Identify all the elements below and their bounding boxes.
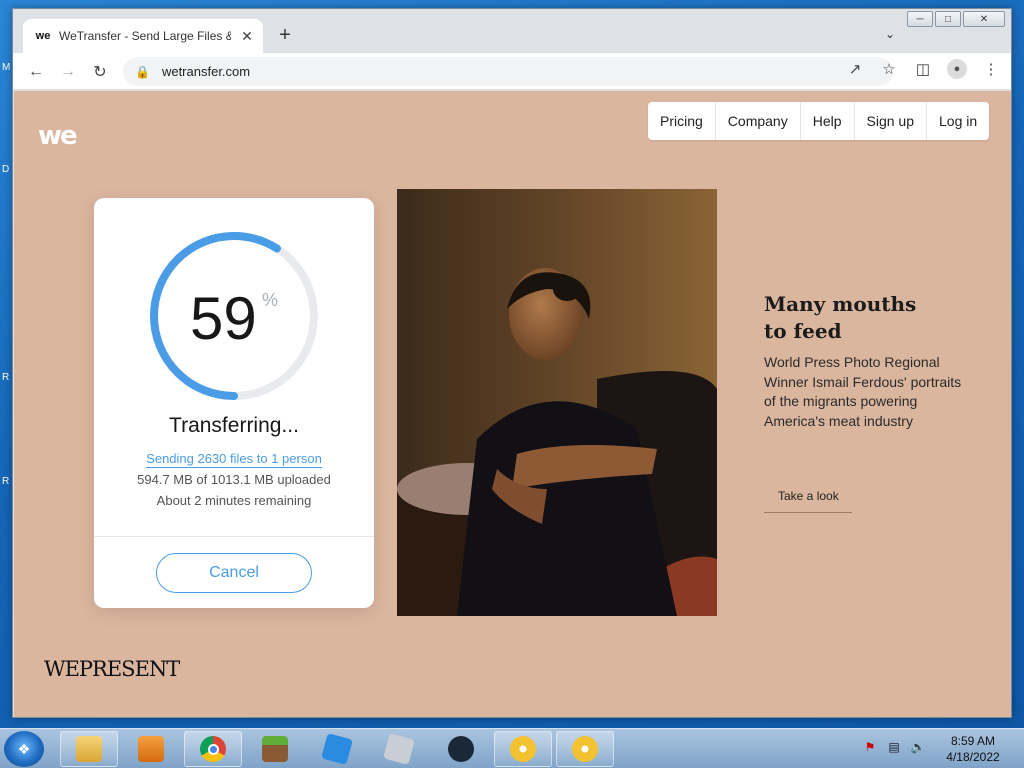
browser-toolbar: ← → ↻ 🔒 wetransfer.com ↗ ☆ ◫ ● ⋮ [13, 53, 1011, 90]
back-arrow-icon[interactable]: ← [25, 61, 47, 83]
maximize-button[interactable]: □ [935, 11, 961, 27]
portrait-image [397, 189, 717, 616]
url-text: wetransfer.com [161, 64, 251, 79]
taskbar-minecraft[interactable] [246, 731, 304, 767]
steam-icon [448, 736, 474, 762]
profile-avatar-icon[interactable]: ● [947, 59, 967, 79]
taskbar-steam[interactable] [432, 731, 490, 767]
taskbar-roblox[interactable] [308, 731, 366, 767]
featured-photo[interactable] [397, 189, 717, 616]
taskbar-disc-app-1[interactable] [494, 731, 552, 767]
bookmark-star-icon[interactable]: ☆ [879, 59, 899, 79]
address-bar[interactable]: 🔒 wetransfer.com [123, 57, 893, 86]
menu-kebab-icon[interactable]: ⋮ [981, 59, 1001, 79]
side-panel-icon[interactable]: ◫ [913, 59, 933, 79]
cancel-button[interactable]: Cancel [156, 553, 312, 593]
transfer-card: 59 % Transferring... Sending 2630 files … [94, 198, 374, 608]
desktop-icon-label: M [2, 62, 11, 73]
browser-window: we WeTransfer - Send Large Files & Share… [12, 8, 1012, 718]
nav-pricing[interactable]: Pricing [648, 102, 716, 140]
story-title: Many mouths to feed [764, 291, 984, 345]
desktop-icon-label: D [2, 164, 10, 175]
media-player-icon [138, 736, 164, 762]
uploaded-info: 594.7 MB of 1013.1 MB uploaded [137, 472, 331, 487]
folder-icon [76, 736, 102, 762]
top-navigation: Pricing Company Help Sign up Log in [648, 102, 990, 140]
sending-link[interactable]: Sending 2630 files to 1 person [146, 451, 322, 468]
taskbar: ❖ ⚑ ▤ 🔈 8:59 AM 4/18/2022 [0, 728, 1024, 768]
desktop-icon-label: R [2, 372, 10, 383]
roblox-studio-icon [383, 733, 415, 765]
card-divider [94, 536, 374, 537]
nav-help[interactable]: Help [801, 102, 855, 140]
tab-wetransfer[interactable]: we WeTransfer - Send Large Files & Share… [23, 19, 263, 53]
volume-icon[interactable]: 🔈 [910, 739, 926, 755]
nav-sign-up[interactable]: Sign up [855, 102, 927, 140]
nav-company[interactable]: Company [716, 102, 801, 140]
toolbar-actions: ↗ ☆ ◫ ● ⋮ [845, 59, 1001, 79]
wetransfer-page: we Pricing Company Help Sign up Log in 5… [14, 91, 1011, 717]
close-tab-icon[interactable]: ✕ [239, 28, 255, 45]
progress-percent: 59 [190, 285, 257, 352]
minecraft-icon [262, 736, 288, 762]
clock-time: 8:59 AM [950, 734, 996, 748]
network-icon[interactable]: ▤ [886, 739, 902, 755]
start-button[interactable]: ❖ [4, 731, 44, 767]
take-a-look-link[interactable]: Take a look [764, 489, 852, 513]
lock-icon: 🔒 [135, 64, 150, 79]
wetransfer-favicon-icon: we [35, 30, 51, 42]
nav-log-in[interactable]: Log in [927, 102, 989, 140]
chrome-icon [200, 736, 226, 762]
taskbar-disc-app-2[interactable] [556, 731, 614, 767]
taskbar-roblox-studio[interactable] [370, 731, 428, 767]
time-remaining: About 2 minutes remaining [156, 493, 312, 508]
story-title-line-1: Many mouths [764, 292, 917, 316]
disc-icon [510, 736, 536, 762]
forward-arrow-icon[interactable]: → [57, 61, 79, 83]
clock[interactable]: 8:59 AM 4/18/2022 [934, 733, 1012, 765]
window-controls: ─ □ ✕ [907, 11, 1005, 27]
taskbar-chrome[interactable] [184, 731, 242, 767]
desktop-icon-label: R [2, 476, 10, 487]
system-tray: ⚑ ▤ 🔈 [862, 739, 926, 755]
sending-info[interactable]: Sending 2630 files to 1 person [94, 451, 374, 468]
tab-title: WeTransfer - Send Large Files & Share Ph… [59, 29, 231, 43]
percent-symbol: % [262, 290, 279, 310]
tab-strip: we WeTransfer - Send Large Files & Share… [13, 9, 1011, 53]
roblox-icon [321, 733, 353, 765]
minimize-button[interactable]: ─ [907, 11, 933, 27]
wepresent-logo[interactable]: WEPRESENT [44, 657, 180, 681]
transfer-status: Transferring... [169, 414, 299, 437]
close-window-button[interactable]: ✕ [963, 11, 1005, 27]
tab-search-chevron-icon[interactable]: ⌄ [885, 27, 895, 41]
taskbar-media-player[interactable] [122, 731, 180, 767]
taskbar-explorer[interactable] [60, 731, 118, 767]
story-description: World Press Photo Regional Winner Ismail… [764, 354, 962, 429]
clock-date: 4/18/2022 [946, 750, 1000, 764]
story-title-line-2: to feed [764, 319, 842, 343]
disc-icon [572, 736, 598, 762]
action-center-flag-icon[interactable]: ⚑ [862, 739, 878, 755]
reload-icon[interactable]: ↻ [89, 61, 111, 83]
new-tab-button[interactable]: + [273, 24, 297, 48]
share-icon[interactable]: ↗ [845, 59, 865, 79]
wetransfer-logo[interactable]: we [38, 121, 78, 151]
